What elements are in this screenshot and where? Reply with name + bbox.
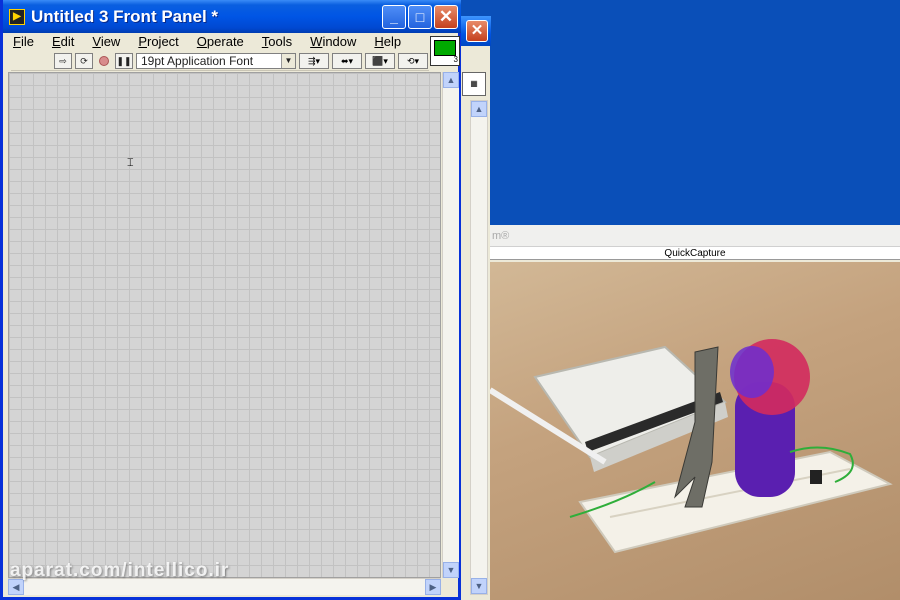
run-button[interactable]: ⇨ xyxy=(54,52,72,69)
toolbar: ⇨ ⟳ ❚❚ 19pt Application Font ▼ ⇶▾ ⬌▾ ⬛▾ … xyxy=(11,51,429,71)
menu-help[interactable]: Help xyxy=(364,33,409,51)
menu-file[interactable]: File xyxy=(3,33,42,51)
front-panel-window: ▶ Untitled 3 Front Panel * _ □ ✕ File Ed… xyxy=(0,0,461,600)
maximize-button[interactable]: □ xyxy=(408,5,432,29)
text-settings-dropdown[interactable]: 19pt Application Font ▼ xyxy=(136,52,296,69)
window-title: Untitled 3 Front Panel * xyxy=(31,6,219,26)
video-feed xyxy=(490,262,900,600)
menu-project[interactable]: Project xyxy=(128,33,186,51)
scroll-up-button[interactable]: ▲ xyxy=(443,72,459,88)
text-cursor-icon: ⌶ xyxy=(127,157,134,169)
menu-tools[interactable]: Tools xyxy=(252,33,300,51)
chevron-down-icon: ▼ xyxy=(281,53,295,68)
run-continuously-button[interactable]: ⟳ xyxy=(75,52,93,69)
front-panel-canvas[interactable]: ⌶ xyxy=(8,72,441,578)
distribute-objects-dropdown[interactable]: ⬌▾ xyxy=(332,52,362,69)
background-window-scrollbar[interactable]: ▲ ▼ xyxy=(470,100,488,595)
vi-icon-badge: 3 xyxy=(453,55,458,64)
vi-icon-graphic xyxy=(434,40,456,56)
close-button[interactable]: ✕ xyxy=(434,5,458,29)
menu-edit[interactable]: Edit xyxy=(42,33,82,51)
scroll-down-button[interactable]: ▼ xyxy=(443,562,459,578)
stop-icon xyxy=(99,55,109,66)
pause-button[interactable]: ❚❚ xyxy=(115,52,133,69)
menu-bar: File Edit View Project Operate Tools Win… xyxy=(3,33,433,51)
sensor-chip xyxy=(810,470,822,484)
window-titlebar[interactable]: ▶ Untitled 3 Front Panel * _ □ ✕ xyxy=(3,0,461,33)
quickcapture-titlebar[interactable]: m® xyxy=(490,225,900,247)
scroll-up-button[interactable]: ▲ xyxy=(471,101,487,117)
background-window-close-button[interactable]: ✕ xyxy=(466,20,488,42)
quickcapture-label: QuickCapture xyxy=(490,247,900,260)
video-scene xyxy=(490,339,893,554)
minimize-button[interactable]: _ xyxy=(382,5,406,29)
watermark: aparat.com/intellico.ir xyxy=(10,560,230,581)
quickcapture-window: m® QuickCapture xyxy=(490,225,900,600)
menu-window[interactable]: Window xyxy=(300,33,364,51)
menu-operate[interactable]: Operate xyxy=(187,33,252,51)
resize-objects-dropdown[interactable]: ⬛▾ xyxy=(365,52,395,69)
vi-connector-icon[interactable]: 3 xyxy=(430,36,460,66)
labview-app-icon: ▶ xyxy=(9,8,25,25)
vertical-scrollbar[interactable]: ▲ ▼ xyxy=(442,72,459,578)
font-label: 19pt Application Font xyxy=(141,53,254,68)
align-objects-dropdown[interactable]: ⇶▾ xyxy=(299,52,329,69)
scroll-right-button[interactable]: ▶ xyxy=(425,579,441,595)
reorder-dropdown[interactable]: ⟲▾ xyxy=(398,52,428,69)
scroll-down-button[interactable]: ▼ xyxy=(471,578,487,594)
abort-execution-button[interactable] xyxy=(96,53,112,69)
vi-icon: ▦ xyxy=(462,72,486,96)
menu-view[interactable]: View xyxy=(82,33,128,51)
